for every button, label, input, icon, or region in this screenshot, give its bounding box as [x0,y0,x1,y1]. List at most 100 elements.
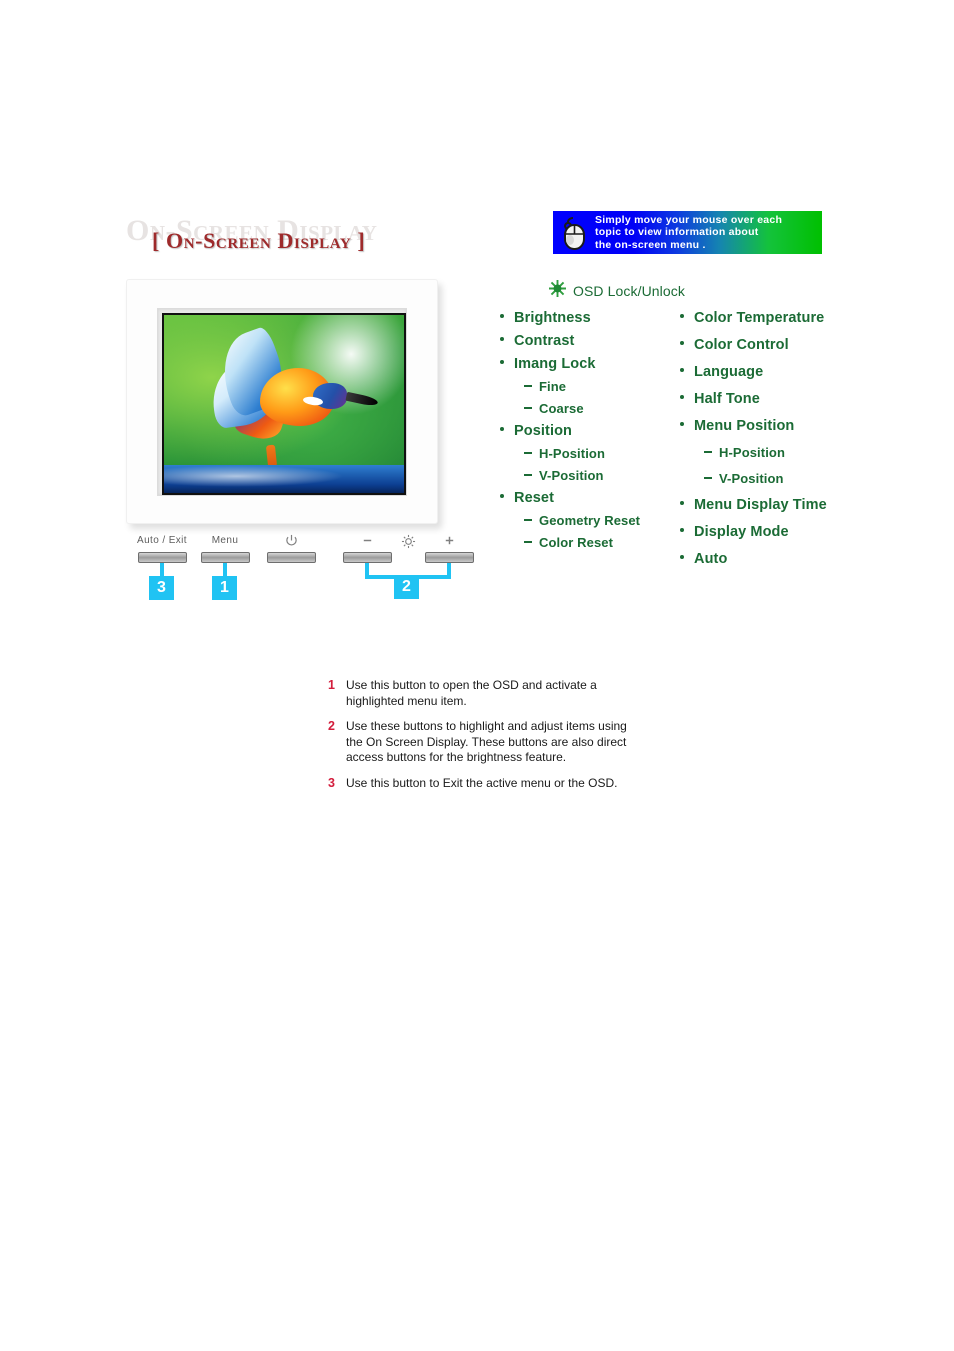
instruction-text: Use this button to open the OSD and acti… [346,678,597,708]
menu-item-label: Menu Position [694,418,795,434]
menu-column-left: Brightness Contrast Imang Lock Fine Coar… [500,310,685,557]
sun-burst-icon [549,280,566,302]
menu-item-menu-display-time[interactable]: Menu Display Time [680,497,920,513]
menu-item-label: Color Control [694,337,789,353]
instruction-number: 3 [328,775,335,790]
dash-icon [524,474,532,476]
instruction-row: 2 Use these buttons to highlight and adj… [328,719,708,766]
instruction-text: Use this button to Exit the active menu … [346,775,618,790]
menu-button-cap[interactable] [200,552,250,563]
instruction-row: 3 Use this button to Exit the active men… [328,776,708,792]
callout-2-left-stem [365,563,369,575]
menu-item-color-reset[interactable]: Color Reset [500,535,685,550]
menu-item-menu-v-position[interactable]: V-Position [680,471,920,486]
menu-button-label: Menu [211,535,239,546]
menu-column-right: Color Temperature Color Control Language… [680,310,920,578]
menu-item-label: Menu Display Time [694,497,827,513]
menu-item-geometry-reset[interactable]: Geometry Reset [500,513,685,528]
menu-item-label: Coarse [539,401,584,416]
auto-exit-button-label: Auto / Exit [137,535,187,546]
dash-icon [704,451,712,453]
menu-item-v-position[interactable]: V-Position [500,468,685,483]
power-button-cap[interactable] [266,552,316,563]
menu-item-auto[interactable]: Auto [680,551,920,567]
menu-item-display-mode[interactable]: Display Mode [680,524,920,540]
callout-2: 2 [394,575,419,599]
menu-item-label: Fine [539,379,567,394]
menu-item-coarse[interactable]: Coarse [500,401,685,416]
callout-2-right-stem [447,563,451,575]
dash-icon [524,541,532,543]
menu-item-label: V-Position [719,471,784,486]
callout-3-stem [160,563,164,576]
instructions-list: 1 Use this button to open the OSD and ac… [328,678,708,801]
callout-1: 1 [212,576,237,600]
bullet-icon [680,368,684,372]
menu-item-label: Imang Lock [514,356,596,372]
osd-lock-unlock-label: OSD Lock/Unlock [573,283,685,299]
instruction-text: Use these buttons to highlight and adjus… [346,719,627,764]
bullet-icon [680,341,684,345]
mouse-icon [557,215,591,251]
plus-button-cap[interactable] [424,552,474,563]
power-icon [260,534,322,548]
callout-3: 3 [149,576,174,600]
menu-item-label: Display Mode [694,524,789,540]
dash-icon [524,519,532,521]
menu-item-label: Reset [514,490,554,506]
monitor-bezel [126,279,438,524]
menu-item-label: H-Position [539,446,605,461]
menu-item-label: V-Position [539,468,604,483]
monitor-illustration [126,279,446,531]
menu-item-menu-h-position[interactable]: H-Position [680,445,920,460]
bullet-icon [680,501,684,505]
bullet-icon [500,360,504,364]
hint-banner-text: Simply move your mouse over each topic t… [595,213,783,251]
menu-item-label: Color Temperature [694,310,825,326]
menu-button[interactable]: Menu [194,534,256,563]
menu-item-color-control[interactable]: Color Control [680,337,920,353]
hint-banner: Simply move your mouse over each topic t… [553,211,822,254]
menu-item-color-temperature[interactable]: Color Temperature [680,310,920,326]
bullet-icon [500,427,504,431]
menu-item-label: Position [514,423,572,439]
menu-item-language[interactable]: Language [680,364,920,380]
menu-item-label: Contrast [514,333,575,349]
menu-item-fine[interactable]: Fine [500,379,685,394]
monitor-inner-frame [157,308,407,496]
bullet-icon [500,314,504,318]
menu-item-h-position[interactable]: H-Position [500,446,685,461]
menu-item-half-tone[interactable]: Half Tone [680,391,920,407]
dash-icon [524,407,532,409]
menu-item-label: Half Tone [694,391,760,407]
auto-exit-button-cap[interactable] [137,552,187,563]
power-button[interactable] [260,534,322,563]
menu-item-contrast[interactable]: Contrast [500,333,685,349]
dash-icon [704,477,712,479]
bullet-icon [680,528,684,532]
page-title-block: On-Screen Display [ On-Screen Display ] [126,214,456,262]
screen-water [164,465,404,493]
dash-icon [524,452,532,454]
menu-item-label: Color Reset [539,535,614,550]
auto-exit-button[interactable]: Auto / Exit [126,534,198,563]
instruction-number: 1 [328,678,335,692]
plus-button[interactable] [420,534,478,563]
menu-item-brightness[interactable]: Brightness [500,310,685,326]
menu-item-label: Geometry Reset [539,513,641,528]
menu-item-label: Language [694,364,764,380]
menu-item-imang-lock[interactable]: Imang Lock [500,356,685,372]
bullet-icon [500,494,504,498]
osd-lock-unlock-row[interactable]: OSD Lock/Unlock [549,280,685,302]
plus-icon [420,534,478,548]
minus-button-cap[interactable] [342,552,392,563]
menu-item-reset[interactable]: Reset [500,490,685,506]
page-title: [ On-Screen Display ] [152,228,366,253]
menu-item-label: H-Position [719,445,785,460]
bullet-icon [680,395,684,399]
menu-item-label: Brightness [514,310,591,326]
menu-item-menu-position[interactable]: Menu Position [680,418,920,434]
bullet-icon [500,337,504,341]
bullet-icon [680,314,684,318]
menu-item-position[interactable]: Position [500,423,685,439]
